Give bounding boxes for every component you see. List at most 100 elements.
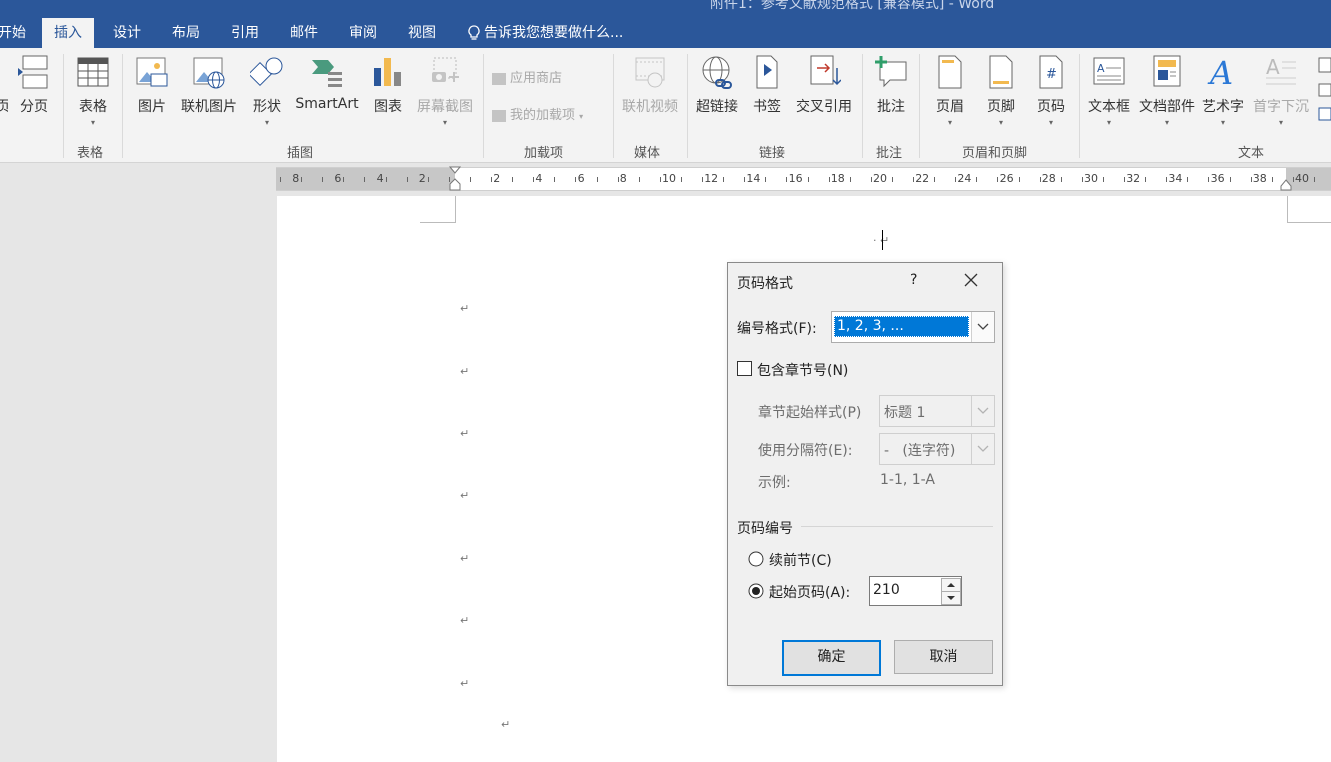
- picture-button[interactable]: 图片: [133, 54, 171, 116]
- chevron-down-icon[interactable]: [971, 434, 994, 464]
- chevron-down-icon[interactable]: [971, 312, 994, 342]
- shapes-button[interactable]: 形状 ▾: [249, 54, 285, 127]
- tab-home[interactable]: 开始: [0, 18, 26, 48]
- start-at-input[interactable]: 210: [869, 576, 962, 606]
- online-picture-button[interactable]: 联机图片: [178, 54, 240, 116]
- ruler-tick: [533, 177, 534, 182]
- cancel-button[interactable]: 取消: [894, 640, 993, 674]
- tab-mailings[interactable]: 邮件: [290, 18, 318, 48]
- wordart-button[interactable]: A 艺术字 ▾: [1200, 54, 1246, 127]
- ruler-tick: [1314, 177, 1315, 182]
- ruler-number: 28: [1041, 172, 1056, 185]
- help-button[interactable]: ?: [910, 272, 917, 288]
- ruler-tick: [660, 177, 661, 182]
- cross-reference-icon: [807, 54, 841, 90]
- textbox-button[interactable]: A 文本框 ▾: [1086, 54, 1132, 127]
- page-break-icon: [17, 54, 51, 90]
- ruler-number: 38: [1252, 172, 1267, 185]
- cross-reference-button[interactable]: 交叉引用: [792, 54, 856, 116]
- ruler-tick: [407, 177, 408, 182]
- ruler-number: 20: [873, 172, 887, 185]
- title-tab-bar: 附件1：参考文献规范格式 [兼容模式] - Word 开始 插入 设计 布局 引…: [0, 0, 1331, 48]
- tab-design[interactable]: 设计: [113, 18, 141, 48]
- ok-button[interactable]: 确定: [782, 640, 881, 676]
- page-break-button[interactable]: 分页: [15, 54, 53, 116]
- spin-up-button[interactable]: [941, 578, 961, 592]
- table-button[interactable]: 表格 ▾: [72, 54, 114, 127]
- first-line-indent-marker[interactable]: [449, 166, 461, 192]
- tab-review[interactable]: 审阅: [349, 18, 377, 48]
- bookmark-button[interactable]: 书签: [750, 54, 784, 116]
- dropcap-button[interactable]: A 首字下沉 ▾: [1250, 54, 1312, 127]
- group-illustrations-label: 插图: [287, 146, 314, 161]
- tab-insert[interactable]: 插入: [42, 18, 94, 48]
- ruler-tick: [871, 177, 872, 182]
- store-button[interactable]: 应用商店: [492, 67, 562, 86]
- continue-label[interactable]: 续前节(C): [769, 550, 832, 570]
- ribbon-more-icons[interactable]: [1318, 56, 1331, 126]
- comment-button[interactable]: 批注: [871, 54, 911, 116]
- left-margin-corner: [420, 196, 456, 223]
- number-format-value: 1, 2, 3, ...: [837, 318, 904, 334]
- hyperlink-button[interactable]: 超链接: [693, 54, 741, 116]
- page-number-icon: #: [1034, 54, 1068, 90]
- tab-references[interactable]: 引用: [231, 18, 259, 48]
- ruler-number: 36: [1210, 172, 1225, 185]
- ruler-number: 10: [662, 172, 676, 185]
- chapter-style-select[interactable]: 标题 1: [879, 395, 995, 427]
- ruler-tick: [850, 177, 851, 182]
- separator-select[interactable]: - (连字符): [879, 433, 995, 465]
- ruler-tick: [512, 177, 513, 182]
- ruler-tick: [428, 177, 429, 182]
- smartart-button[interactable]: SmartArt: [293, 54, 361, 112]
- number-format-select[interactable]: 1, 2, 3, ...: [831, 311, 995, 343]
- horizontal-ruler[interactable]: 8 6 4 2 2 4 6 8 10 12 14 16 18 20 22 24 26 28 30 32 34 36 38 40: [276, 166, 1331, 192]
- close-icon[interactable]: [964, 273, 978, 287]
- picture-icon: [135, 54, 169, 90]
- ruler-tick: [1272, 177, 1273, 182]
- paragraph-mark: ↵: [460, 614, 470, 627]
- include-chapter-checkbox[interactable]: [737, 361, 752, 376]
- svg-text:A: A: [1207, 54, 1233, 90]
- svg-text:A: A: [1266, 55, 1280, 79]
- blank-page-button[interactable]: 页: [0, 54, 8, 116]
- group-media-label: 媒体: [634, 146, 661, 161]
- start-at-value: 210: [873, 582, 900, 598]
- online-video-button[interactable]: 联机视频: [619, 54, 681, 116]
- header-button[interactable]: 页眉 ▾: [932, 54, 968, 127]
- textbox-icon: A: [1092, 54, 1126, 90]
- separator-value: - (连字符): [884, 443, 956, 459]
- paragraph-mark: ↵: [460, 489, 470, 502]
- spin-down-button[interactable]: [941, 591, 961, 605]
- chevron-down-icon[interactable]: [971, 396, 994, 426]
- ruler-tick: [618, 177, 619, 182]
- shapes-icon: [250, 54, 284, 90]
- include-chapter-label[interactable]: 包含章节号(N): [757, 360, 848, 380]
- group-header-footer-label: 页眉和页脚: [962, 146, 1028, 161]
- ruler-tick: [1082, 177, 1083, 182]
- ruler-tick: [934, 177, 935, 182]
- tab-view[interactable]: 视图: [408, 18, 436, 48]
- ruler-tick: [322, 177, 323, 182]
- ruler-tick: [1019, 177, 1020, 182]
- quick-parts-button[interactable]: 文档部件 ▾: [1136, 54, 1198, 127]
- footer-button[interactable]: 页脚 ▾: [983, 54, 1019, 127]
- group-table-label: 表格: [77, 146, 104, 161]
- start-at-label[interactable]: 起始页码(A):: [769, 582, 850, 602]
- ruler-tick: [1145, 177, 1146, 182]
- continue-radio[interactable]: [748, 551, 764, 567]
- tell-me-box[interactable]: 告诉我您想要做什么...: [468, 18, 623, 48]
- ruler-number: 6: [577, 172, 585, 185]
- page-number-button[interactable]: # 页码 ▾: [1033, 54, 1069, 127]
- right-indent-marker[interactable]: [1280, 179, 1292, 191]
- screenshot-button[interactable]: 屏幕截图 ▾: [414, 54, 476, 127]
- ruler-tick: [808, 177, 809, 182]
- chart-button[interactable]: 图表: [370, 54, 406, 116]
- ruler-tick: [1230, 177, 1231, 182]
- page-numbering-heading: 页码编号: [737, 521, 793, 537]
- tab-layout[interactable]: 布局: [172, 18, 200, 48]
- start-at-radio[interactable]: [748, 583, 764, 599]
- chapter-style-value: 标题 1: [884, 405, 926, 421]
- paragraph-mark: ↵: [501, 718, 511, 731]
- my-addins-button[interactable]: 我的加载项 ▾: [492, 104, 583, 123]
